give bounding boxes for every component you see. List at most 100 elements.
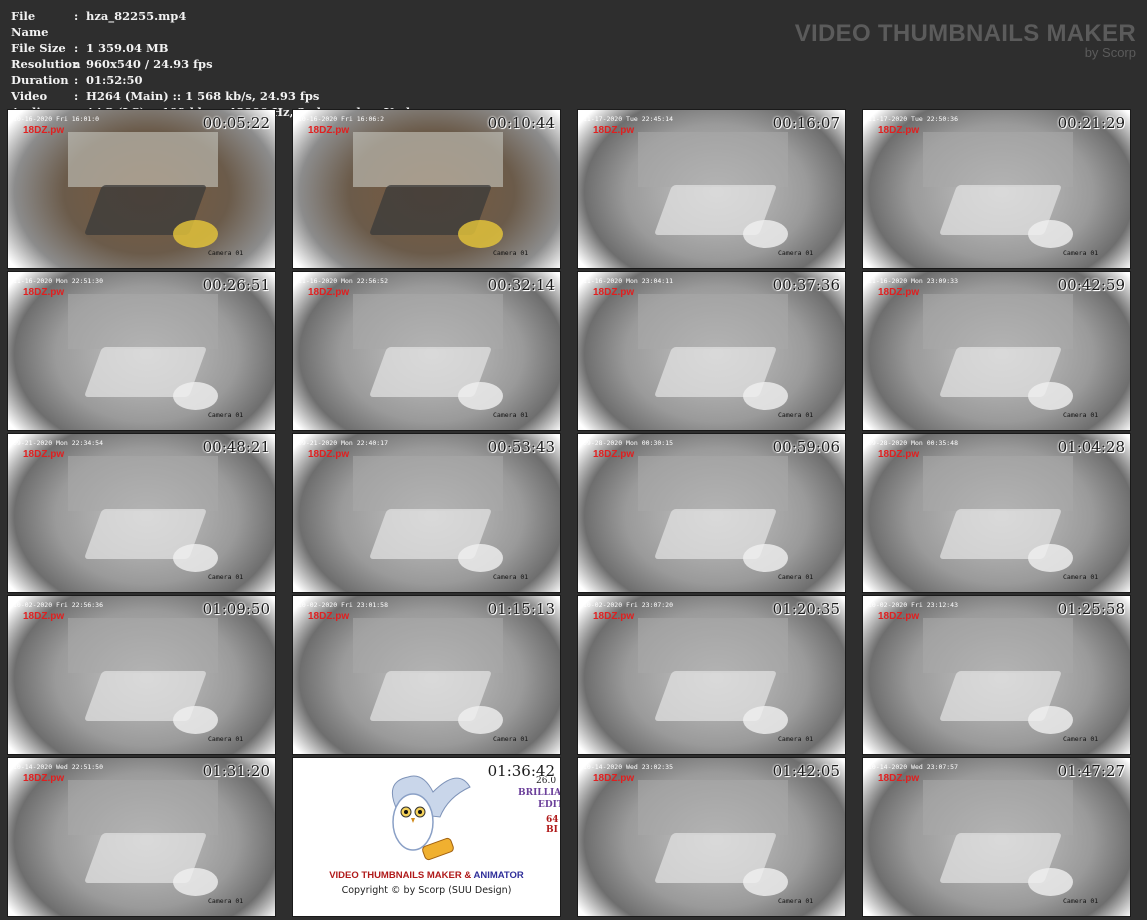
room-chair (458, 220, 503, 248)
video-thumbnail: 10-02-2020 Fri 22:56:36 18DZ.pw Camera 01 0… (7, 595, 276, 755)
brand-title: VIDEO THUMBNAILS MAKER (794, 20, 1136, 47)
room-wall (638, 294, 788, 349)
camera-label: Camera 01 (208, 573, 244, 581)
info-value: hza_82255.mp4 (86, 9, 187, 23)
info-separator: : (74, 73, 79, 87)
camera-datetime: 10-14-2020 Wed 22:51:50 (13, 763, 104, 771)
info-value: 960x540 / 24.93 fps (86, 57, 213, 71)
camera-label: Camera 01 (493, 735, 529, 743)
thumbnail-timestamp: 00:21:29 (1057, 114, 1125, 132)
watermark: 18DZ.pw (593, 125, 635, 136)
camera-label: Camera 01 (1063, 411, 1099, 419)
camera-label: Camera 01 (1063, 573, 1099, 581)
thumbnail-timestamp: 01:04:28 (1057, 438, 1125, 456)
info-key: Duration (11, 73, 69, 87)
thumbnail-timestamp: 00:32:14 (487, 276, 555, 294)
room-chair (173, 868, 218, 896)
camera-datetime: 10-02-2020 Fri 23:07:20 (583, 601, 674, 609)
watermark: 18DZ.pw (23, 449, 65, 460)
watermark: 18DZ.pw (308, 125, 350, 136)
watermark: 18DZ.pw (308, 449, 350, 460)
thumbnail-timestamp: 01:31:20 (202, 762, 270, 780)
room-chair (743, 706, 788, 734)
promo-title: VIDEO THUMBNAILS MAKER & ANIMATOR (293, 870, 560, 881)
camera-label: Camera 01 (208, 897, 244, 905)
camera-label: Camera 01 (208, 735, 244, 743)
camera-label: Camera 01 (493, 411, 529, 419)
room-wall (923, 618, 1073, 673)
camera-datetime: 11-16-2020 Mon 23:09:33 (868, 277, 959, 285)
info-row: Video: H264 (Main) :: 1 568 kb/s, 24.93 f… (11, 88, 410, 104)
room-wall (68, 456, 218, 511)
video-thumbnail: 09-21-2020 Mon 22:40:17 18DZ.pw Camera 01 0… (292, 433, 561, 593)
info-row: Duration:01:52:50 (11, 72, 410, 88)
camera-datetime: 11-16-2020 Mon 22:51:30 (13, 277, 104, 285)
room-wall (353, 618, 503, 673)
camera-label: Camera 01 (208, 411, 244, 419)
info-separator: : (74, 89, 79, 103)
camera-label: Camera 01 (778, 411, 814, 419)
info-key: Video (11, 89, 48, 103)
room-wall (638, 132, 788, 187)
room-wall (923, 294, 1073, 349)
camera-datetime: 10-02-2020 Fri 23:12:43 (868, 601, 959, 609)
promo-title-b: ANIMATOR (473, 870, 524, 881)
thumbnail-timestamp: 01:20:35 (772, 600, 840, 618)
thumbnail-timestamp: 01:09:50 (202, 600, 270, 618)
video-thumbnail: 09-28-2020 Mon 00:30:15 18DZ.pw Camera 01 0… (577, 433, 846, 593)
video-thumbnail: 11-16-2020 Mon 22:56:52 18DZ.pw Camera 01 0… (292, 271, 561, 431)
room-chair (173, 220, 218, 248)
thumbnail-timestamp: 00:42:59 (1057, 276, 1125, 294)
watermark: 18DZ.pw (593, 611, 635, 622)
camera-datetime: 10-16-2020 Fri 16:01:0 (13, 115, 100, 123)
thumbnail-timestamp: 00:48:21 (202, 438, 270, 456)
room-wall (353, 132, 503, 187)
thumbnail-timestamp: 01:25:58 (1057, 600, 1125, 618)
file-info-panel: File Name: hza_82255.mp4 File Size:1 359.0… (11, 8, 410, 120)
watermark: 18DZ.pw (23, 125, 65, 136)
owl-icon (391, 775, 471, 861)
camera-datetime: 11-17-2020 Tue 22:45:14 (583, 115, 674, 123)
camera-label: Camera 01 (778, 249, 814, 257)
video-thumbnail: 10-02-2020 Fri 23:01:58 18DZ.pw Camera 01 0… (292, 595, 561, 755)
camera-label: Camera 01 (208, 249, 244, 257)
info-row: File Size:1 359.04 MB (11, 40, 410, 56)
room-chair (458, 544, 503, 572)
brand-logo: VIDEO THUMBNAILS MAKER by Scorp (795, 20, 1136, 60)
room-chair (743, 382, 788, 410)
camera-datetime: 09-21-2020 Mon 22:40:17 (298, 439, 389, 447)
room-wall (68, 132, 218, 187)
camera-datetime: 10-02-2020 Fri 23:01:58 (298, 601, 389, 609)
promo-title-amp: & (461, 870, 474, 881)
camera-datetime: 11-17-2020 Tue 22:50:36 (868, 115, 959, 123)
video-thumbnail: 11-16-2020 Mon 23:04:11 18DZ.pw Camera 01 0… (577, 271, 846, 431)
camera-datetime: 10-14-2020 Wed 23:07:57 (868, 763, 959, 771)
thumbnail-timestamp: 01:47:27 (1057, 762, 1125, 780)
video-thumbnail: 11-16-2020 Mon 23:09:33 18DZ.pw Camera 01 0… (862, 271, 1131, 431)
camera-label: Camera 01 (493, 249, 529, 257)
video-thumbnail: 10-16-2020 Fri 16:01:0 18DZ.pw Camera 01 00… (7, 109, 276, 269)
camera-label: Camera 01 (778, 573, 814, 581)
camera-datetime: 09-21-2020 Mon 22:34:54 (13, 439, 104, 447)
watermark: 18DZ.pw (593, 287, 635, 298)
room-chair (1028, 382, 1073, 410)
watermark: 18DZ.pw (878, 449, 920, 460)
promo-edition: EDITIO (538, 800, 560, 810)
room-chair (458, 382, 503, 410)
info-separator: : (74, 57, 79, 71)
thumbnail-timestamp: 00:37:36 (772, 276, 840, 294)
video-thumbnail: 11-16-2020 Mon 22:51:30 18DZ.pw Camera 01 0… (7, 271, 276, 431)
room-wall (353, 294, 503, 349)
info-row: Resolution:960x540 / 24.93 fps (11, 56, 410, 72)
room-chair (173, 706, 218, 734)
info-key: File Size (11, 41, 66, 55)
room-chair (173, 382, 218, 410)
camera-datetime: 09-28-2020 Mon 00:30:15 (583, 439, 674, 447)
room-wall (638, 780, 788, 835)
watermark: 18DZ.pw (878, 611, 920, 622)
promo-brilliant: BRILLIANC (518, 788, 561, 798)
info-row: File Name: hza_82255.mp4 (11, 8, 410, 40)
thumbnail-timestamp: 01:15:13 (487, 600, 555, 618)
camera-label: Camera 01 (1063, 735, 1099, 743)
room-chair (458, 706, 503, 734)
